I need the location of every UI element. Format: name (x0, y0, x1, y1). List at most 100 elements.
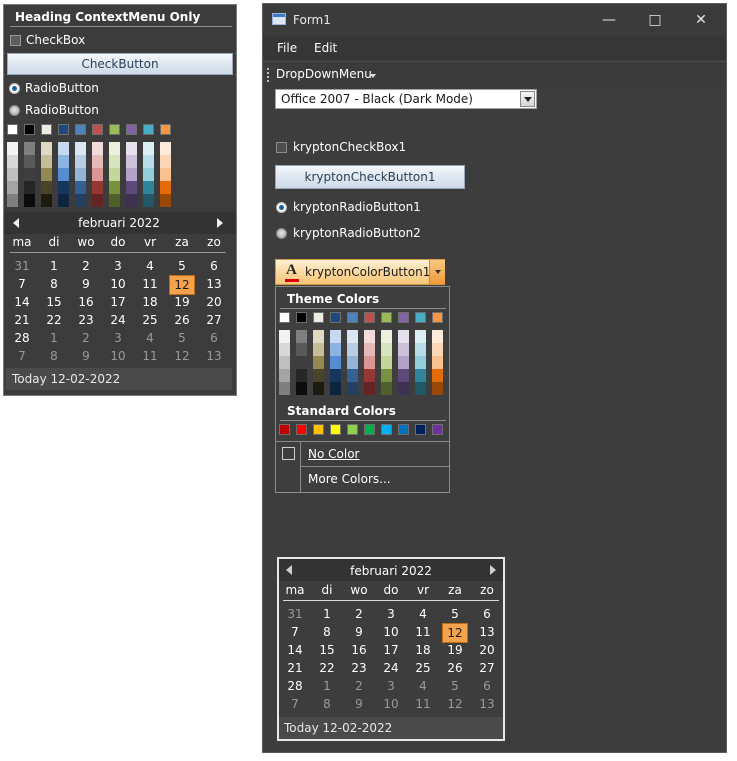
calendar-day[interactable]: 6 (471, 605, 503, 623)
calendar-day[interactable]: 7 (6, 347, 38, 365)
color-shade[interactable] (24, 194, 35, 207)
calendar-day[interactable]: 28 (6, 329, 38, 347)
calendar-day[interactable]: 23 (343, 659, 375, 677)
color-shade[interactable] (109, 181, 120, 194)
calendar-day[interactable]: 31 (279, 605, 311, 623)
color-shade[interactable] (330, 343, 341, 356)
calendar-day[interactable]: 12 (169, 275, 195, 295)
calendar-day[interactable]: 5 (166, 257, 198, 275)
color-shade[interactable] (330, 356, 341, 369)
calendar-day[interactable]: 4 (134, 329, 166, 347)
color-shade[interactable] (109, 194, 120, 207)
prev-month-arrow-icon[interactable] (13, 218, 19, 228)
calendar-day[interactable]: 27 (471, 659, 503, 677)
color-shade[interactable] (347, 330, 358, 343)
color-shade[interactable] (296, 356, 307, 369)
color-swatch[interactable] (313, 312, 324, 323)
maximize-icon[interactable]: □ (632, 4, 678, 36)
color-shade-column[interactable] (143, 142, 154, 207)
color-shade[interactable] (347, 356, 358, 369)
radio-button-2[interactable] (9, 105, 20, 116)
color-swatch[interactable] (415, 312, 426, 323)
calendar-day[interactable]: 6 (471, 677, 503, 695)
calendar-day[interactable]: 4 (134, 257, 166, 275)
color-shade[interactable] (75, 168, 86, 181)
calendar-today-label[interactable]: Today 12-02-2022 (284, 721, 392, 735)
color-swatch[interactable] (330, 312, 341, 323)
color-shade[interactable] (330, 330, 341, 343)
calendar-day[interactable]: 2 (70, 257, 102, 275)
calendar-day[interactable]: 14 (279, 641, 311, 659)
krypton-radio-button-2-label[interactable]: kryptonRadioButton2 (293, 226, 421, 240)
calendar-day[interactable]: 8 (38, 347, 70, 365)
calendar-day[interactable]: 19 (166, 293, 198, 311)
color-shade[interactable] (432, 369, 443, 382)
calendar-day[interactable]: 2 (343, 677, 375, 695)
color-shade[interactable] (296, 382, 307, 395)
color-shade[interactable] (296, 330, 307, 343)
color-shade-column[interactable] (41, 142, 52, 207)
calendar-day[interactable]: 6 (198, 257, 230, 275)
color-shade[interactable] (58, 181, 69, 194)
color-swatch[interactable] (398, 312, 409, 323)
calendar-day[interactable]: 18 (407, 641, 439, 659)
calendar-day[interactable]: 24 (102, 311, 134, 329)
color-shade[interactable] (364, 382, 375, 395)
krypton-checkbox-label[interactable]: kryptonCheckBox1 (293, 140, 406, 154)
color-shade[interactable] (24, 168, 35, 181)
color-shade[interactable] (432, 343, 443, 356)
calendar-day[interactable]: 7 (279, 623, 311, 641)
calendar-day[interactable]: 10 (102, 275, 134, 293)
calendar-day[interactable]: 11 (134, 347, 166, 365)
color-shade[interactable] (160, 194, 171, 207)
color-shade-column[interactable] (364, 330, 375, 395)
prev-month-arrow-icon[interactable] (286, 565, 292, 575)
color-shade[interactable] (313, 343, 324, 356)
color-shade[interactable] (126, 155, 137, 168)
calendar-day[interactable]: 27 (198, 311, 230, 329)
color-shade[interactable] (381, 343, 392, 356)
color-shade[interactable] (24, 142, 35, 155)
calendar-day[interactable]: 13 (198, 347, 230, 365)
calendar-day[interactable]: 1 (311, 605, 343, 623)
standard-color-swatch[interactable] (279, 424, 290, 435)
color-swatch[interactable] (143, 124, 154, 135)
color-shade-column[interactable] (7, 142, 18, 207)
color-swatch[interactable] (364, 312, 375, 323)
color-shade[interactable] (313, 369, 324, 382)
color-swatch[interactable] (58, 124, 69, 135)
calendar-day[interactable]: 9 (343, 695, 375, 713)
color-shade[interactable] (58, 194, 69, 207)
calendar-day[interactable]: 9 (70, 275, 102, 293)
calendar-day[interactable]: 15 (311, 641, 343, 659)
color-shade[interactable] (160, 155, 171, 168)
calendar-day[interactable]: 25 (407, 659, 439, 677)
color-shade-column[interactable] (24, 142, 35, 207)
color-shade[interactable] (126, 181, 137, 194)
color-shade[interactable] (143, 155, 154, 168)
color-shade-column[interactable] (347, 330, 358, 395)
color-shade[interactable] (296, 343, 307, 356)
standard-color-swatch[interactable] (364, 424, 375, 435)
color-shade[interactable] (126, 142, 137, 155)
color-swatch[interactable] (126, 124, 137, 135)
color-shade[interactable] (381, 382, 392, 395)
calendar-day[interactable]: 17 (375, 641, 407, 659)
color-shade[interactable] (160, 168, 171, 181)
color-shade[interactable] (364, 343, 375, 356)
calendar-day[interactable]: 21 (279, 659, 311, 677)
color-shade[interactable] (75, 155, 86, 168)
color-shade-column[interactable] (109, 142, 120, 207)
color-shade[interactable] (41, 168, 52, 181)
color-shade[interactable] (381, 356, 392, 369)
grip-icon[interactable] (267, 68, 271, 82)
no-color-menu-item[interactable]: No Color (308, 447, 359, 461)
more-colors-menu-item[interactable]: More Colors... (308, 472, 391, 486)
calendar-day[interactable]: 20 (198, 293, 230, 311)
color-shade[interactable] (92, 168, 103, 181)
color-shade[interactable] (381, 369, 392, 382)
color-shade[interactable] (58, 168, 69, 181)
calendar-day[interactable]: 31 (6, 257, 38, 275)
calendar-day[interactable]: 19 (439, 641, 471, 659)
color-shade-column[interactable] (432, 330, 443, 395)
